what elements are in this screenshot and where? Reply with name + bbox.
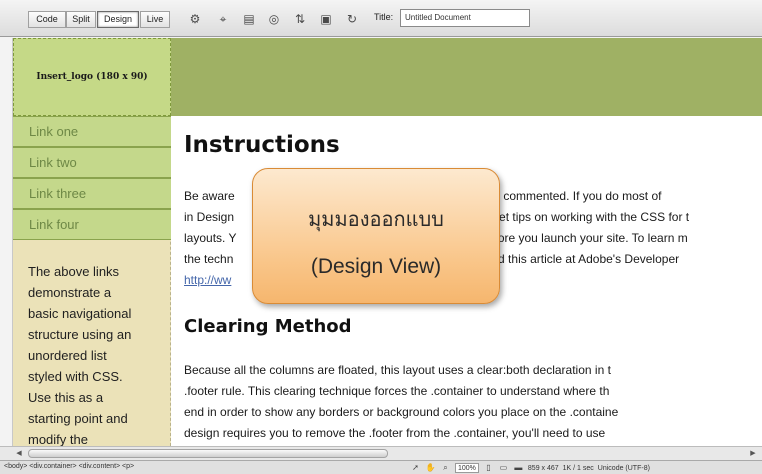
visual-aids-icon[interactable]: ▣ <box>317 10 335 28</box>
instructions-text-left: Be aware <box>184 189 239 203</box>
live-code-icon[interactable]: ⚙ <box>186 10 204 28</box>
tablet-size-icon[interactable]: ▭ <box>498 463 509 473</box>
code-view-button[interactable]: Code <box>28 11 66 28</box>
instructions-text-left: the techn <box>184 252 234 266</box>
clearing-line: .footer rule. This clearing technique fo… <box>184 384 610 398</box>
scroll-right-arrow-icon[interactable]: ▶ <box>746 447 760 460</box>
scroll-left-arrow-icon[interactable]: ◀ <box>12 447 26 460</box>
instructions-text-right: ad this article at Adobe's Developer <box>491 252 680 266</box>
mobile-size-icon[interactable]: ▯ <box>483 463 494 473</box>
clearing-line: design requires you to remove the .foote… <box>184 426 606 440</box>
sidebar-note-line: basic navigational <box>28 306 132 321</box>
desktop-size-icon[interactable]: ▬ <box>513 463 524 473</box>
file-size-info: 1K / 1 sec <box>562 464 594 472</box>
sidebar-note-line: modify the <box>28 432 88 446</box>
instructions-link[interactable]: http://ww <box>184 270 231 291</box>
sidebar-note-line: structure using an <box>28 327 132 342</box>
inspect-icon[interactable]: ⌖ <box>214 10 232 28</box>
horizontal-scrollbar[interactable]: ◀ ▶ <box>0 446 762 460</box>
callout-thai-text: มุมมองออกแบบ <box>308 207 444 231</box>
sidebar: Link one Link two Link three Link four T… <box>13 116 171 446</box>
document-toolbar: Code Split Design Live ⚙ ⌖ ▤ ◎ ⇅ ▣ ↻ Tit… <box>0 0 762 37</box>
zoom-select[interactable]: 100% <box>455 463 479 473</box>
sidebar-note-line: The above links <box>28 264 120 279</box>
file-management-icon[interactable]: ⇅ <box>291 10 309 28</box>
live-view-button[interactable]: Live <box>140 11 170 28</box>
sidebar-note-line: demonstrate a <box>28 285 112 300</box>
split-view-button[interactable]: Split <box>66 11 96 28</box>
instructions-text-right: et tips on working with the CSS for t <box>499 210 690 224</box>
design-view-button[interactable]: Design <box>97 11 139 28</box>
hand-tool-icon[interactable]: ✋ <box>425 463 436 473</box>
clearing-method-heading: Clearing Method <box>184 316 352 337</box>
zoom-tool-icon[interactable]: ⌕ <box>440 463 451 473</box>
clearing-line: Because all the columns are floated, thi… <box>184 363 611 377</box>
scroll-thumb[interactable] <box>28 449 388 458</box>
callout-english-text: (Design View) <box>310 255 442 278</box>
instructions-text-right: fore you launch your site. To learn m <box>494 231 688 245</box>
sidebar-note-line: styled with CSS. <box>28 369 123 384</box>
logo-placeholder[interactable]: Insert_logo (180 x 90) <box>13 38 171 116</box>
developer-link[interactable]: http://ww <box>184 273 231 287</box>
sidebar-note: The above links demonstrate a basic navi… <box>28 261 168 446</box>
instructions-text-left: in Design <box>184 210 235 224</box>
design-view-callout: มุมมองออกแบบ (Design View) <box>252 168 500 304</box>
nav-link-one[interactable]: Link one <box>13 116 171 147</box>
instructions-text-left: layouts. Y <box>184 231 237 245</box>
clearing-line: end in order to show any borders or back… <box>184 405 619 419</box>
nav-link-three[interactable]: Link three <box>13 178 171 209</box>
sidebar-note-line: Use this as a <box>28 390 104 405</box>
document-title-input[interactable]: Untitled Document <box>400 9 530 27</box>
page-header <box>171 38 762 116</box>
title-label: Title: <box>374 12 394 22</box>
multiscreen-icon[interactable]: ▤ <box>240 10 258 28</box>
status-right-group: ➚ ✋ ⌕ 100% ▯ ▭ ▬ 859 x 467 1K / 1 sec Un… <box>410 462 650 474</box>
encoding-label: Unicode (UTF-8) <box>597 464 650 472</box>
window-dimensions[interactable]: 859 x 467 <box>528 465 559 472</box>
tag-selector[interactable]: <body> <div.container> <div.content> <p> <box>4 463 134 470</box>
instructions-heading: Instructions <box>184 132 340 158</box>
status-bar: <body> <div.container> <div.content> <p>… <box>0 460 762 474</box>
nav-link-four[interactable]: Link four <box>13 209 171 240</box>
logo-placeholder-text: Insert_logo (180 x 90) <box>36 72 148 82</box>
preview-browser-icon[interactable]: ◎ <box>265 10 283 28</box>
sidebar-note-line: unordered list <box>28 348 107 363</box>
instructions-text-right: avily commented. If you do most of <box>476 189 662 203</box>
sidebar-note-line: starting point and <box>28 411 128 426</box>
refresh-icon[interactable]: ↻ <box>343 10 361 28</box>
nav-link-two[interactable]: Link two <box>13 147 171 178</box>
select-tool-icon[interactable]: ➚ <box>410 463 421 473</box>
